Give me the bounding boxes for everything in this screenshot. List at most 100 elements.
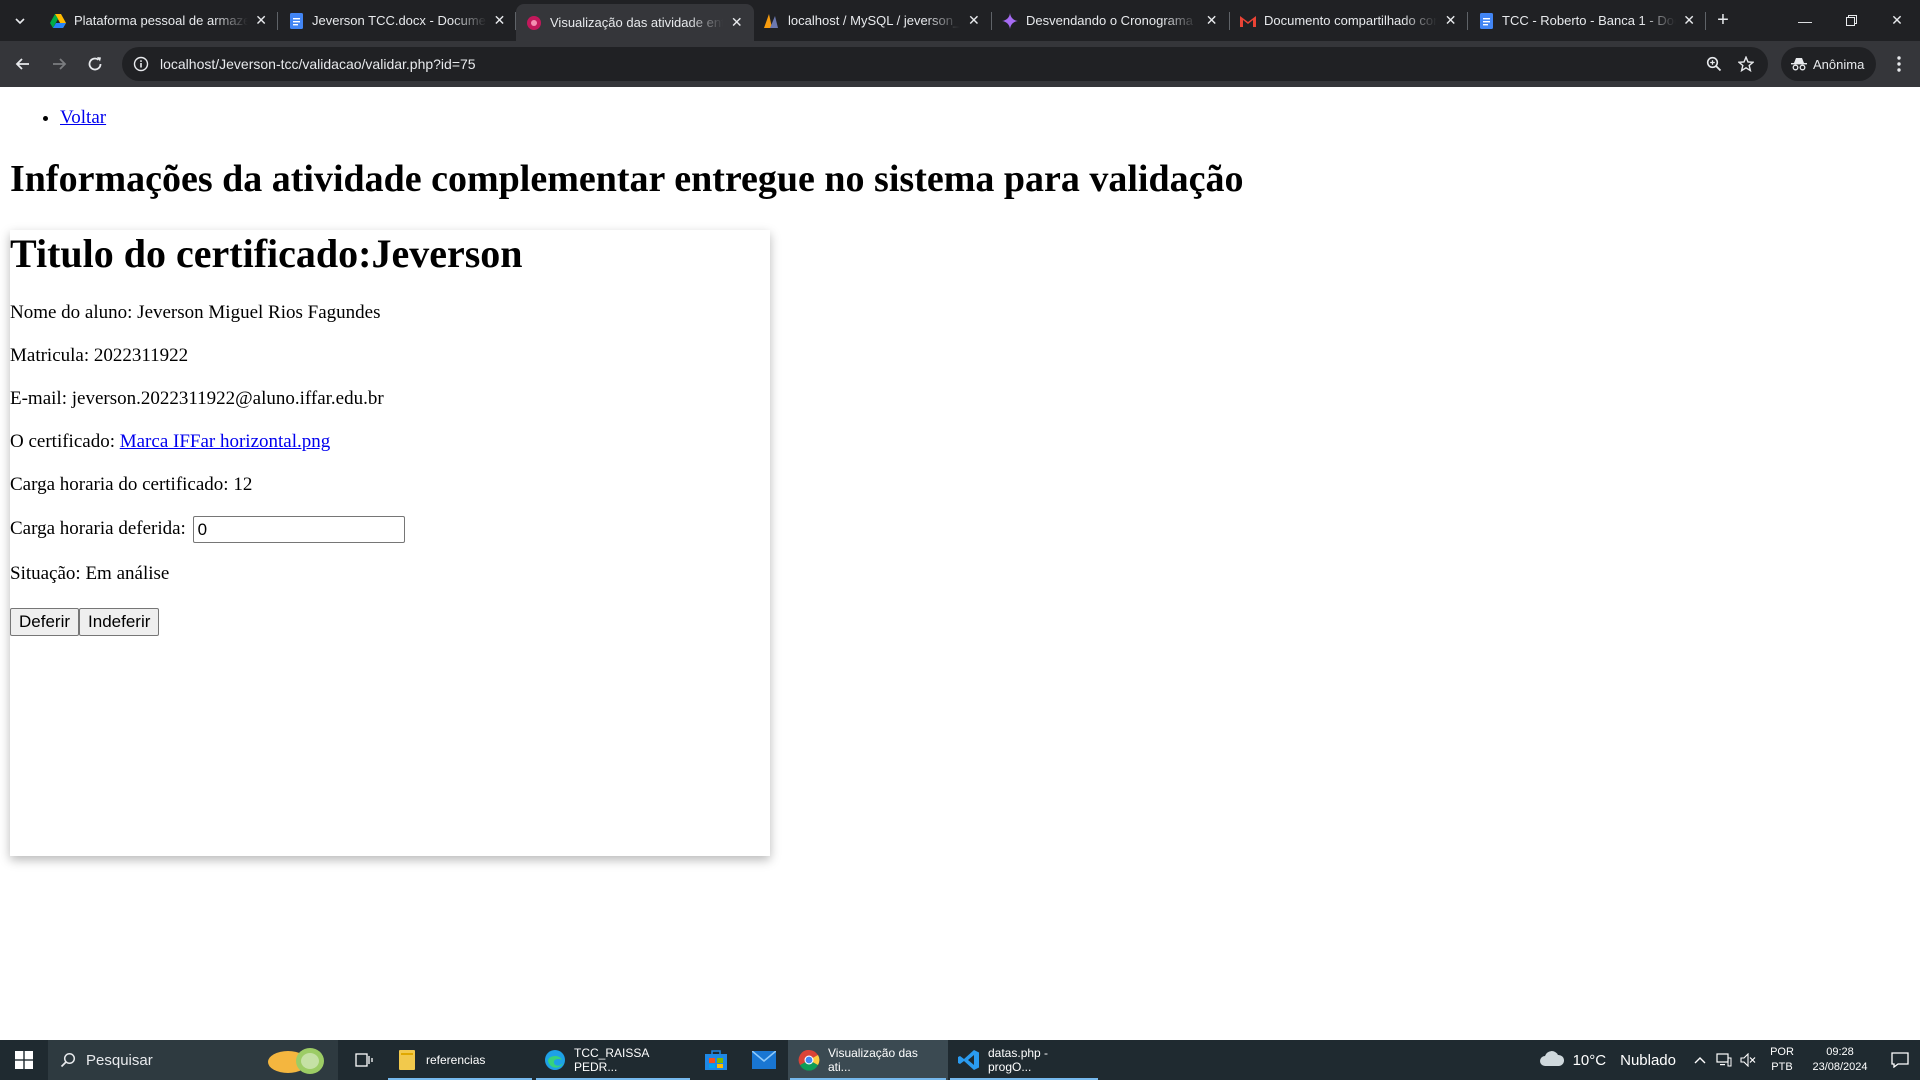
window-controls: — ✕ <box>1782 0 1920 41</box>
certificate-title: Titulo do certificado:Jeverson <box>10 231 523 276</box>
start-button[interactable] <box>0 1040 48 1080</box>
close-icon[interactable]: ✕ <box>1682 12 1696 30</box>
granted-hours-label: Carga horaria deferida: <box>10 517 191 539</box>
tab-title: Documento compartilhado com você <box>1264 13 1437 28</box>
back-link[interactable]: Voltar <box>60 107 106 128</box>
incognito-label: Anônima <box>1813 56 1865 72</box>
student-email: E-mail: jeverson.2022311922@aluno.iffar.… <box>10 388 384 409</box>
taskbar-search[interactable]: Pesquisar <box>48 1040 338 1080</box>
taskbar-app-label: datas.php - progO... <box>988 1046 1049 1074</box>
browser-tab[interactable]: localhost / MySQL / jeverson_tcc ✕ <box>754 0 992 41</box>
taskbar-app-label: Visualização das ati... <box>828 1046 918 1074</box>
notification-icon <box>1891 1052 1909 1068</box>
site-info-icon[interactable] <box>124 47 158 81</box>
tab-strip: Plataforma pessoal de armazenamento ✕ Je… <box>0 0 1920 41</box>
tab-title: Visualização das atividade entregues <box>550 15 724 30</box>
address-bar[interactable]: localhost/Jeverson-tcc/validacao/validar… <box>122 47 1768 81</box>
weather-widget[interactable]: 10°C Nublado <box>1527 1049 1688 1071</box>
tab-search-button[interactable] <box>0 0 40 41</box>
cloud-icon <box>1539 1049 1565 1071</box>
close-window-button[interactable]: ✕ <box>1874 0 1920 41</box>
restore-button[interactable] <box>1828 0 1874 41</box>
folder-icon <box>396 1049 418 1071</box>
taskbar-app-store[interactable] <box>692 1040 740 1080</box>
search-placeholder: Pesquisar <box>86 1051 153 1069</box>
close-icon[interactable]: ✕ <box>1203 12 1220 30</box>
nav-list: Voltar <box>0 107 106 129</box>
reload-button[interactable] <box>78 47 112 81</box>
action-buttons: Deferir Indeferir <box>10 608 160 636</box>
close-icon[interactable]: ✕ <box>1443 12 1458 30</box>
chevron-down-icon <box>15 17 25 24</box>
chrome-icon <box>798 1049 820 1071</box>
browser-tab[interactable]: Plataforma pessoal de armazenamento ✕ <box>40 0 278 41</box>
phpmyadmin-icon <box>764 13 780 29</box>
arrow-right-icon <box>53 58 67 70</box>
certificate-label: O certificado: <box>10 431 120 452</box>
taskbar-app-label: referencias <box>426 1053 486 1067</box>
arrow-left-icon <box>15 58 29 70</box>
browser-tab[interactable]: Jeverson TCC.docx - Documentos Google ✕ <box>278 0 516 41</box>
nav-list-item: Voltar <box>60 107 106 129</box>
close-icon[interactable]: ✕ <box>729 14 744 32</box>
restore-icon <box>1845 15 1857 26</box>
language-code: POR <box>1770 1046 1794 1058</box>
taskbar-app-explorer[interactable]: referencias <box>386 1040 534 1080</box>
taskbar-app-chrome[interactable]: Visualização das ati... <box>788 1040 948 1080</box>
url-text: localhost/Jeverson-tcc/validacao/validar… <box>160 56 476 72</box>
zoom-icon[interactable] <box>1698 47 1730 81</box>
tab-title: Jeverson TCC.docx - Documentos Google <box>312 13 487 28</box>
omnibox-actions <box>1698 47 1762 81</box>
google-docs-icon <box>1478 12 1494 29</box>
tab-title: TCC - Roberto - Banca 1 - Documentos <box>1502 13 1676 28</box>
tab-title: Desvendando o Cronograma de <box>1026 13 1198 28</box>
tab-title: localhost / MySQL / jeverson_tcc <box>788 13 960 28</box>
windows-logo-icon <box>15 1051 33 1069</box>
browser-tab[interactable]: Documento compartilhado com você ✕ <box>1230 0 1468 41</box>
incognito-badge[interactable]: Anônima <box>1781 47 1877 81</box>
incognito-icon <box>1791 56 1807 72</box>
certificate-field: O certificado: Marca IFFar horizontal.pn… <box>10 431 330 453</box>
clock-date: 23/08/2024 <box>1812 1061 1868 1073</box>
task-view-button[interactable] <box>342 1040 386 1080</box>
vscode-icon <box>958 1049 980 1071</box>
granted-hours-input[interactable] <box>192 516 405 543</box>
browser-tab[interactable]: Desvendando o Cronograma de ✕ <box>992 0 1230 41</box>
taskbar-app-vscode[interactable]: datas.php - progO... <box>948 1040 1100 1080</box>
input-language[interactable]: POR PTB <box>1764 1045 1800 1075</box>
certificate-file-link[interactable]: Marca IFFar horizontal.png <box>120 431 331 452</box>
chevron-up-icon[interactable] <box>1688 1040 1712 1080</box>
forward-button[interactable] <box>42 47 76 81</box>
volume-muted-icon[interactable] <box>1736 1040 1760 1080</box>
tab-title: Plataforma pessoal de armazenamento <box>74 13 249 28</box>
taskbar-app-edge[interactable]: TCC_RAISSA PEDR... <box>534 1040 692 1080</box>
granted-hours-field: Carga horaria deferida: <box>10 516 405 543</box>
search-icon <box>60 1052 76 1068</box>
taskbar-app-mail[interactable] <box>740 1040 788 1080</box>
weather-temperature: 10°C <box>1572 1051 1607 1069</box>
browser-tab-active[interactable]: Visualização das atividade entregues ✕ <box>516 4 754 41</box>
notifications-button[interactable] <box>1880 1040 1920 1080</box>
approve-button[interactable]: Deferir <box>10 608 80 636</box>
clock-time: 09:28 <box>1826 1046 1854 1058</box>
back-button[interactable] <box>6 47 40 81</box>
clock[interactable]: 09:28 23/08/2024 <box>1800 1045 1880 1075</box>
close-icon[interactable]: ✕ <box>254 12 268 30</box>
search-highlight-icon <box>268 1048 324 1074</box>
task-view-icon <box>355 1053 373 1067</box>
browser-tab[interactable]: TCC - Roberto - Banca 1 - Documentos ✕ <box>1468 0 1706 41</box>
new-tab-button[interactable]: + <box>1706 0 1740 41</box>
more-menu-icon[interactable] <box>1882 47 1916 81</box>
reject-button[interactable]: Indeferir <box>79 608 160 636</box>
site-favicon-icon <box>526 15 542 31</box>
store-icon <box>705 1050 727 1070</box>
close-icon[interactable]: ✕ <box>493 12 506 30</box>
network-icon[interactable] <box>1712 1040 1736 1080</box>
edge-icon <box>544 1049 566 1071</box>
bookmark-star-icon[interactable] <box>1730 47 1762 81</box>
close-icon[interactable]: ✕ <box>966 12 982 30</box>
minimize-button[interactable]: — <box>1782 0 1828 41</box>
page-title: Informações da atividade complementar en… <box>10 158 1244 200</box>
page-viewport: Voltar Informações da atividade compleme… <box>0 87 1920 1040</box>
system-tray: 10°C Nublado POR PTB 09:28 23/08/2024 <box>1527 1040 1920 1080</box>
